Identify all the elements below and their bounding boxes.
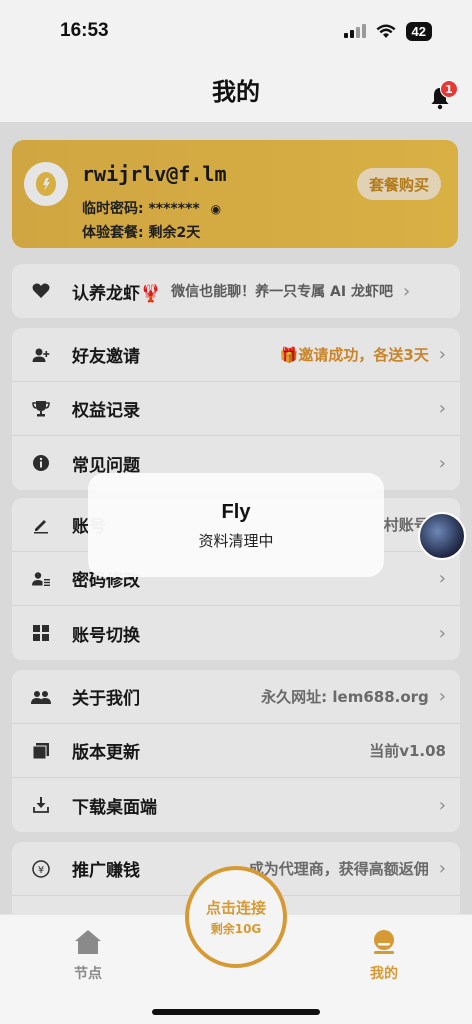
status-bar: 16:53 42	[0, 0, 472, 62]
loading-toast: Fly 资料清理中	[88, 473, 384, 577]
battery-indicator: 42	[405, 21, 432, 41]
tab-nodes-label: 节点	[74, 966, 102, 982]
status-time: 16:53	[60, 20, 109, 41]
tab-mine-label: 我的	[370, 966, 398, 982]
connect-button[interactable]: 点击连接 剩余10G	[185, 866, 287, 968]
profile-tab-icon	[374, 930, 394, 954]
toast-title: Fly	[221, 501, 251, 523]
remaining-data: 剩余10G	[210, 922, 262, 936]
status-icons: 42	[343, 21, 432, 41]
toast-message: 资料清理中	[198, 532, 274, 550]
home-indicator	[152, 1009, 320, 1015]
connect-label: 点击连接	[205, 899, 266, 917]
floating-assistant-avatar[interactable]	[418, 512, 466, 560]
tab-nodes[interactable]: 节点	[58, 929, 118, 983]
page-title: 我的	[212, 78, 260, 106]
tab-mine[interactable]: 我的	[354, 929, 414, 983]
home-icon	[75, 930, 101, 954]
wifi-icon	[376, 24, 396, 38]
notification-badge: 1	[440, 80, 458, 98]
signal-icon	[343, 24, 366, 38]
